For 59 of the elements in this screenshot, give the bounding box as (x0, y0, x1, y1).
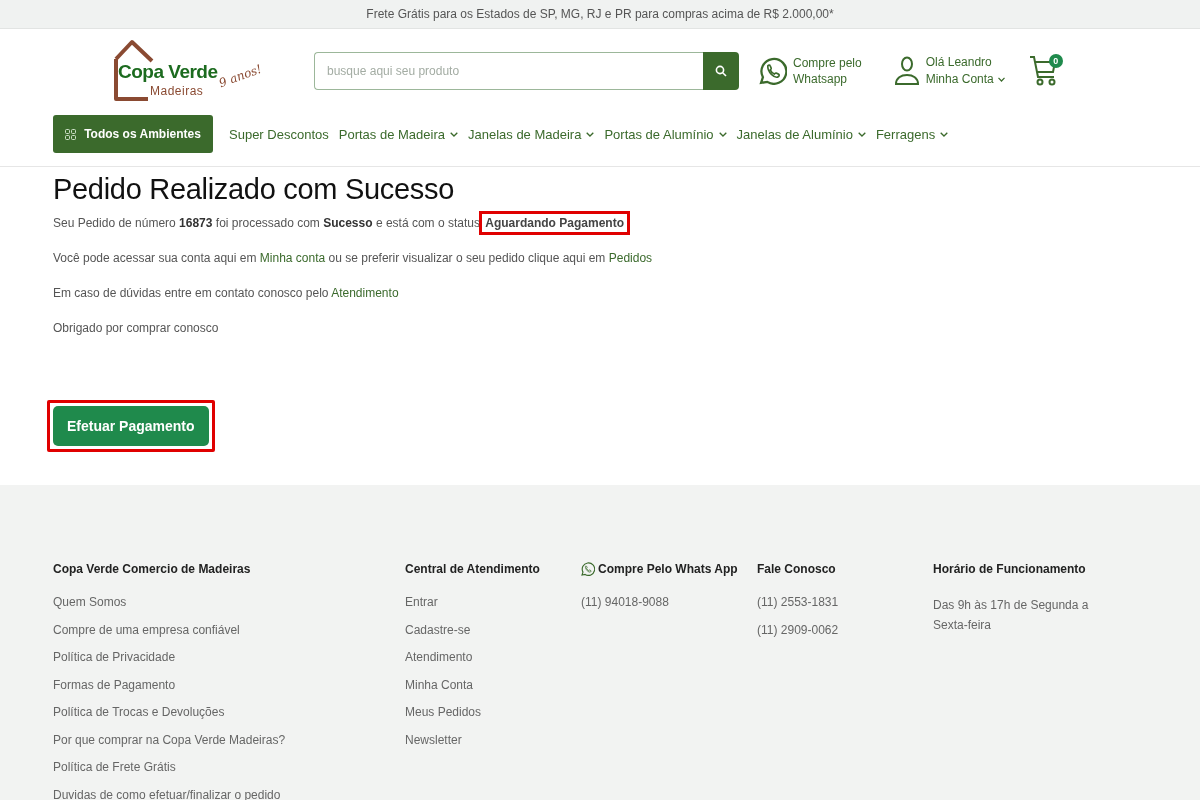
footer-link[interactable]: (11) 2553-1831 (757, 595, 933, 611)
nav-menu-item[interactable]: Portas de Alumínio (604, 126, 727, 142)
footer-link[interactable]: (11) 2909-0062 (757, 622, 933, 639)
footer-heading: Central de Atendimento (405, 561, 541, 577)
cart-count-badge: 0 (1048, 53, 1063, 68)
account-menu[interactable]: Minha Conta (925, 70, 1005, 88)
text-link[interactable]: Atendimento (331, 286, 399, 300)
search-button[interactable] (703, 51, 739, 90)
account-greeting: Olá Leandro (925, 53, 993, 71)
promo-text: Frete Grátis para os Estados de SP, MG, RJ e PR para compras acima de R$ 2.000,00* (366, 7, 834, 21)
grid-icon (65, 128, 77, 140)
footer-heading: Horário de Funcionamento (933, 561, 1087, 577)
user-icon (893, 55, 920, 86)
page-title: Pedido Realizado com Sucesso (53, 173, 456, 206)
footer-link[interactable]: Meus Pedidos (405, 705, 581, 721)
message-paragraph: Obrigado por comprar conosco (53, 321, 220, 335)
nav-menu-item[interactable]: Janelas de Madeira (467, 126, 595, 142)
footer-link[interactable]: Cadastre-se (405, 622, 581, 639)
message-paragraph: Em caso de dúvidas entre em contato conosco pelo Atendimento (53, 286, 400, 300)
footer-link[interactable]: Newsletter (405, 732, 581, 749)
chevron-down-icon (718, 131, 727, 137)
nav-menu-item[interactable]: Portas de Madeira (338, 126, 458, 142)
search-icon (715, 64, 727, 77)
chevron-down-icon (857, 131, 866, 137)
footer-link[interactable]: Atendimento (405, 650, 581, 666)
chevron-down-icon (997, 76, 1005, 82)
logo[interactable]: Copa Verde Madeiras (108, 38, 216, 103)
footer-link[interactable]: Compre de uma empresa confiável (53, 622, 405, 639)
message-paragraph: Seu Pedido de número 16873 foi processado com Sucesso e está com o status Aguardando Pagamento (53, 216, 1147, 230)
footer-link[interactable]: (11) 94018-9088 (581, 595, 757, 611)
nav-menu-item[interactable]: Janelas de Alumínio (736, 126, 866, 142)
chevron-down-icon (449, 131, 458, 137)
footer-link[interactable]: Minha Conta (405, 677, 581, 694)
whatsapp-link[interactable]: Compre pelo Whatsapp (793, 54, 862, 87)
whatsapp-icon (759, 56, 787, 85)
footer-heading: Fale Conosco (757, 561, 837, 577)
chevron-down-icon (586, 131, 595, 137)
opening-hours-text: Das 9h às 17h de Segunda a Sexta-feira (933, 597, 1090, 634)
footer-link[interactable]: Política de Privacidade (53, 650, 405, 666)
footer-link[interactable]: Formas de Pagamento (53, 677, 405, 694)
all-categories-button[interactable]: Todos os Ambientes (53, 115, 213, 153)
nav-menu-item[interactable]: Ferragens (875, 126, 949, 142)
footer-link[interactable]: Entrar (405, 595, 581, 611)
nav-menu-item[interactable]: Super Descontos (229, 126, 329, 142)
footer-link[interactable]: Política de Frete Grátis (53, 760, 405, 776)
whatsapp-icon (581, 562, 595, 576)
footer-heading: Compre Pelo Whats App (581, 561, 757, 577)
pay-button[interactable]: Efetuar Pagamento (53, 406, 209, 446)
footer-link[interactable]: Por que comprar na Copa Verde Madeiras? (53, 732, 405, 749)
footer-link[interactable]: Quem Somos (53, 595, 405, 611)
footer-link[interactable]: Política de Trocas e Devoluções (53, 705, 405, 721)
logo-name: Copa Verde (118, 60, 218, 83)
message-paragraph: Você pode acessar sua conta aqui em Minha conta ou se preferir visualizar o seu pedido clique aqui em Pedidos (53, 251, 654, 265)
chevron-down-icon (940, 131, 949, 137)
footer-heading: Copa Verde Comercio de Madeiras (53, 561, 252, 577)
text-link[interactable]: Minha conta (259, 251, 326, 265)
text-link[interactable]: Pedidos (608, 251, 653, 265)
search-field[interactable]: busque aqui seu produto (314, 51, 703, 90)
logo-subtitle: Madeiras (150, 83, 204, 98)
